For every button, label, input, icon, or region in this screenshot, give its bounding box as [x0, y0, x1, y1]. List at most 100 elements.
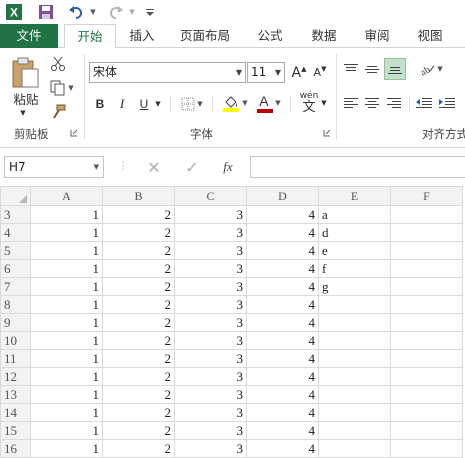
phonetic-guide-button[interactable]: wén 文	[296, 90, 322, 116]
cell-b[interactable]: 2	[102, 349, 175, 368]
name-box[interactable]: H7 ▼	[4, 156, 104, 178]
increase-indent-icon[interactable]	[437, 94, 457, 112]
cell-b[interactable]: 2	[102, 421, 175, 440]
cell-c[interactable]: 3	[174, 385, 247, 404]
formula-input[interactable]	[250, 156, 465, 178]
cell-f[interactable]	[390, 295, 463, 314]
align-left-icon[interactable]	[341, 94, 361, 112]
cell-d[interactable]: 4	[246, 241, 319, 260]
cell-c[interactable]: 3	[174, 259, 247, 278]
column-header-c[interactable]: C	[174, 186, 247, 206]
cell-a[interactable]: 1	[30, 295, 103, 314]
cell-e[interactable]	[318, 385, 391, 404]
cancel-icon[interactable]: ✕	[142, 158, 166, 177]
row-header[interactable]: 8	[0, 295, 31, 314]
cell-a[interactable]: 1	[30, 349, 103, 368]
cell-f[interactable]	[390, 205, 463, 224]
tab-formulas[interactable]: 公式	[248, 24, 292, 48]
cell-b[interactable]: 2	[102, 331, 175, 350]
select-all-corner[interactable]	[0, 186, 31, 206]
cell-d[interactable]: 4	[246, 421, 319, 440]
cell-e[interactable]	[318, 295, 391, 314]
cell-a[interactable]: 1	[30, 259, 103, 278]
clipboard-launcher-icon[interactable]	[69, 128, 79, 138]
cell-f[interactable]	[390, 331, 463, 350]
cell-a[interactable]: 1	[30, 313, 103, 332]
cell-e[interactable]	[318, 331, 391, 350]
row-header[interactable]: 12	[0, 367, 31, 386]
align-center-icon[interactable]	[362, 94, 382, 112]
bold-button[interactable]: B	[92, 94, 108, 114]
align-top-icon[interactable]	[341, 60, 361, 78]
cell-d[interactable]: 4	[246, 385, 319, 404]
column-header-e[interactable]: E	[318, 186, 391, 206]
enter-icon[interactable]: ✓	[180, 158, 204, 177]
cell-a[interactable]: 1	[30, 385, 103, 404]
column-header-f[interactable]: F	[390, 186, 463, 206]
cell-c[interactable]: 3	[174, 277, 247, 296]
row-header[interactable]: 14	[0, 403, 31, 422]
redo-dropdown-icon[interactable]: ▼	[127, 2, 137, 22]
cell-a[interactable]: 1	[30, 421, 103, 440]
insert-function-button[interactable]: fx	[216, 158, 240, 176]
column-header-b[interactable]: B	[102, 186, 175, 206]
italic-button[interactable]: I	[114, 94, 130, 114]
cell-c[interactable]: 3	[174, 295, 247, 314]
cell-f[interactable]	[390, 403, 463, 422]
cell-d[interactable]: 4	[246, 259, 319, 278]
grow-font-button[interactable]: A ▲	[290, 62, 308, 83]
cell-f[interactable]	[390, 349, 463, 368]
tab-view[interactable]: 视图	[408, 24, 452, 48]
cell-a[interactable]: 1	[30, 367, 103, 386]
cell-c[interactable]: 3	[174, 421, 247, 440]
row-header[interactable]: 6	[0, 259, 31, 278]
cell-e[interactable]	[318, 421, 391, 440]
cell-e[interactable]: d	[318, 223, 391, 242]
save-icon[interactable]	[36, 2, 56, 22]
cell-e[interactable]: e	[318, 241, 391, 260]
row-header[interactable]: 7	[0, 277, 31, 296]
cell-a[interactable]: 1	[30, 241, 103, 260]
redo-icon[interactable]	[106, 2, 126, 22]
cell-a[interactable]: 1	[30, 331, 103, 350]
tab-page-layout[interactable]: 页面布局	[172, 24, 238, 48]
align-bottom-icon[interactable]	[384, 58, 406, 80]
row-header[interactable]: 15	[0, 421, 31, 440]
row-header[interactable]: 3	[0, 205, 31, 224]
cell-d[interactable]: 4	[246, 205, 319, 224]
tab-home[interactable]: 开始	[64, 24, 116, 49]
cell-c[interactable]: 3	[174, 313, 247, 332]
cell-b[interactable]: 2	[102, 313, 175, 332]
font-size-combo[interactable]: 11 ▼	[247, 62, 285, 83]
cell-d[interactable]: 4	[246, 403, 319, 422]
cell-f[interactable]	[390, 313, 463, 332]
cell-c[interactable]: 3	[174, 205, 247, 224]
cell-b[interactable]: 2	[102, 223, 175, 242]
row-header[interactable]: 9	[0, 313, 31, 332]
cell-c[interactable]: 3	[174, 223, 247, 242]
cell-f[interactable]	[390, 277, 463, 296]
phonetic-dropdown-icon[interactable]: ▼	[320, 98, 328, 108]
cell-d[interactable]: 4	[246, 313, 319, 332]
row-header[interactable]: 11	[0, 349, 31, 368]
cell-c[interactable]: 3	[174, 403, 247, 422]
cell-d[interactable]: 4	[246, 277, 319, 296]
tab-data[interactable]: 数据	[302, 24, 346, 48]
undo-icon[interactable]	[66, 2, 86, 22]
fill-color-button[interactable]: ▼	[220, 92, 250, 114]
font-name-combo[interactable]: 宋体 ▼	[89, 62, 246, 83]
cell-e[interactable]: g	[318, 277, 391, 296]
align-right-icon[interactable]	[384, 94, 404, 112]
cell-e[interactable]	[318, 349, 391, 368]
paste-icon[interactable]	[8, 56, 42, 90]
cell-b[interactable]: 2	[102, 367, 175, 386]
cell-b[interactable]: 2	[102, 205, 175, 224]
cell-b[interactable]: 2	[102, 295, 175, 314]
cell-e[interactable]: a	[318, 205, 391, 224]
cell-b[interactable]: 2	[102, 403, 175, 422]
cell-f[interactable]	[390, 367, 463, 386]
cell-b[interactable]: 2	[102, 277, 175, 296]
cell-a[interactable]: 1	[30, 223, 103, 242]
tab-review[interactable]: 审阅	[355, 24, 399, 48]
cell-f[interactable]	[390, 241, 463, 260]
